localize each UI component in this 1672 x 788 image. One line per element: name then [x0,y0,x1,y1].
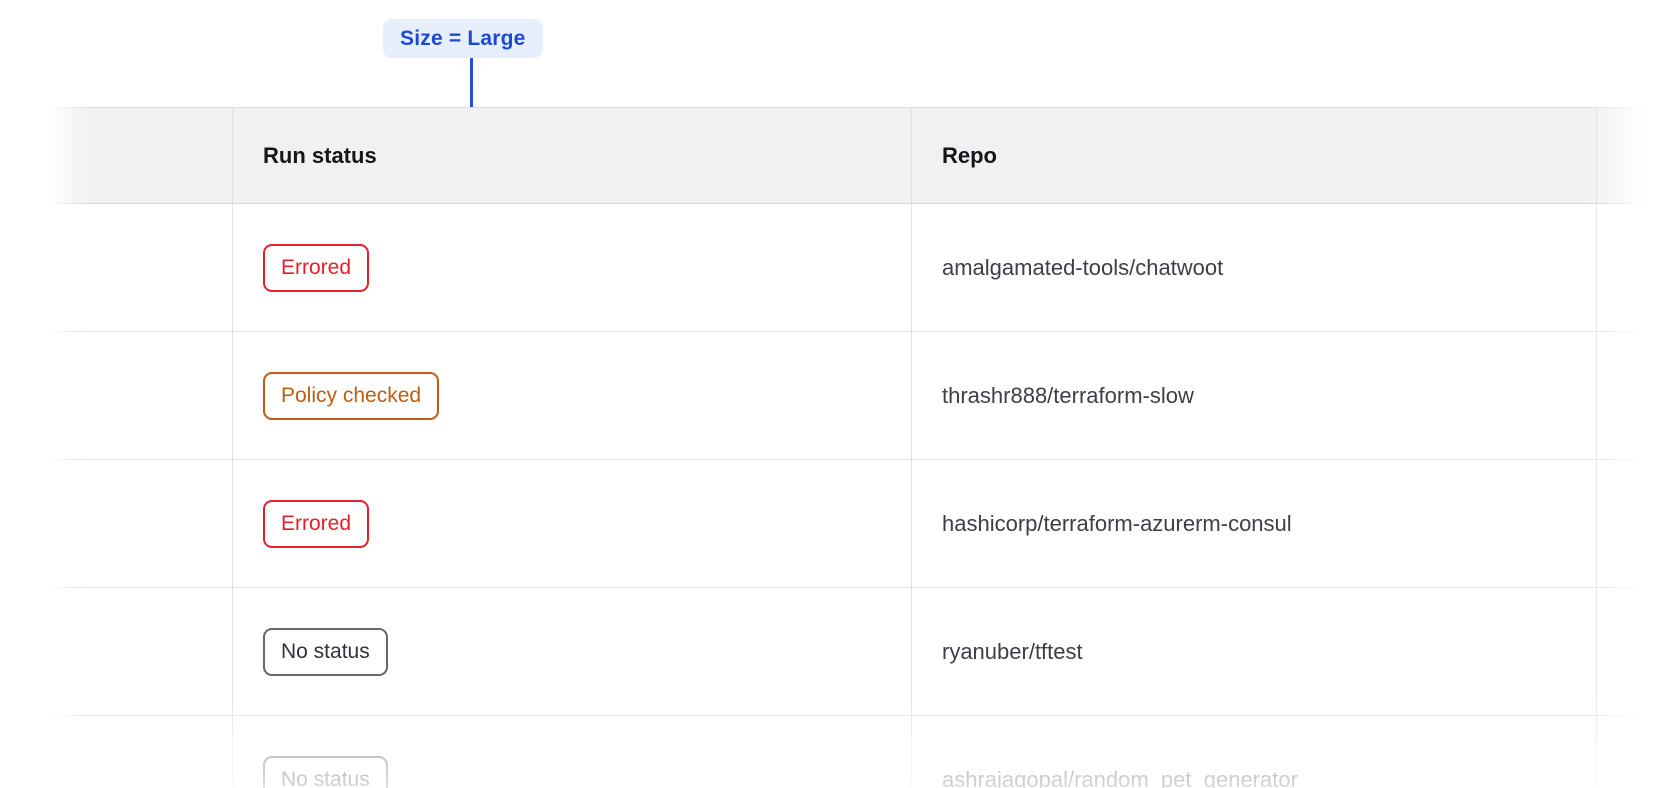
column-header-run-status: Run status [263,143,377,169]
run-status-badge: Policy checked [263,372,439,420]
size-annotation-label: Size = Large [400,27,526,51]
size-annotation-pill: Size = Large [383,19,543,58]
header-cell-run-status: Run status [233,108,912,203]
header-cell-trailing [1597,108,1672,203]
run-status-badge: Errored [263,244,369,292]
column-header-repo: Repo [942,143,997,169]
table-row[interactable]: No status ryanuber/tftest [47,588,1672,716]
header-cell-repo: Repo [912,108,1597,203]
run-status-badge: Errored [263,500,369,548]
repo-name[interactable]: amalgamated-tools/chatwoot [942,255,1223,281]
repo-name[interactable]: thrashr888/terraform-slow [942,383,1194,409]
page: Size = Large Run status Repo Errored ama… [0,0,1672,788]
repo-name[interactable]: ryanuber/tftest [942,639,1083,665]
header-cell-empty [47,108,233,203]
repo-name[interactable]: hashicorp/terraform-azurerm-consul [942,511,1292,537]
run-status-badge: No status [263,628,388,676]
table-row[interactable]: Policy checked thrashr888/terraform-slow [47,332,1672,460]
run-status-badge: No status [263,756,388,788]
table-row[interactable]: Errored hashicorp/terraform-azurerm-cons… [47,460,1672,588]
table-header-row: Run status Repo [47,108,1672,204]
repo-name[interactable]: ashrajagopal/random_pet_generator [942,767,1298,788]
table-row[interactable]: No status ashrajagopal/random_pet_genera… [47,716,1672,788]
workspaces-table: Run status Repo Errored amalgamated-tool… [47,107,1672,788]
table-row[interactable]: Errored amalgamated-tools/chatwoot [47,204,1672,332]
